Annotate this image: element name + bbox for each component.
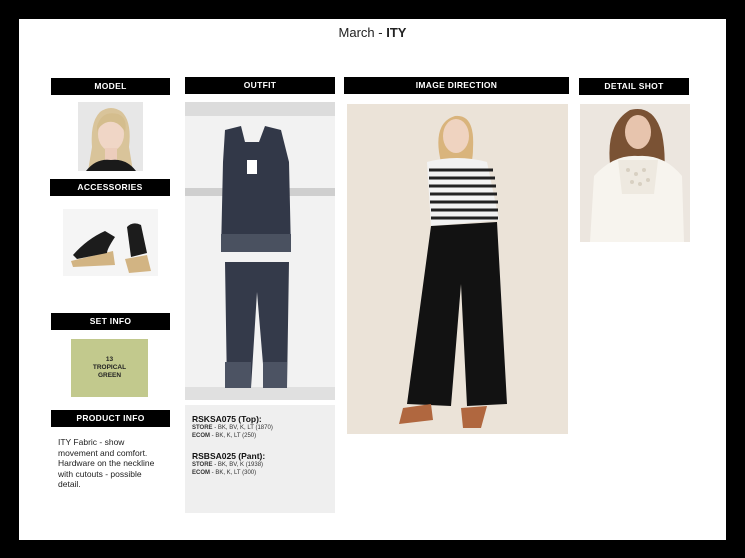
header-model: MODEL (51, 78, 170, 95)
store-label: STORE (192, 462, 213, 468)
outfit-photo (185, 102, 335, 400)
ecom-label: ECOM (192, 433, 210, 439)
header-outfit: OUTFIT (185, 77, 335, 94)
sku-top-code: RSKSA075 (Top): (192, 414, 262, 424)
store-label: STORE (192, 425, 213, 431)
sku-top-store: STORE - BK, BV, K, LT (1870) (192, 425, 273, 431)
header-image-direction: IMAGE DIRECTION (344, 77, 569, 94)
sku-pant-store: STORE - BK, BV, K (1938) (192, 462, 263, 468)
sku-top-ecom: ECOM - BK, K, LT (250) (192, 433, 256, 439)
store-value: - BK, BV, K (1938) (212, 462, 264, 468)
store-value: - BK, BV, K, LT (1870) (212, 425, 273, 431)
header-set-info: SET INFO (51, 313, 170, 330)
ecom-value: - BK, K, LT (250) (210, 433, 257, 439)
swatch-number: 13 (105, 356, 114, 363)
product-description: ITY Fabric - show movement and comfort. … (58, 437, 155, 489)
sku-pant-code: RSBSA025 (Pant): (192, 451, 266, 461)
title-collection: ITY (386, 25, 407, 40)
header-detail-shot: DETAIL SHOT (579, 78, 689, 95)
title-month: March - (338, 25, 387, 40)
image-direction-photo (347, 104, 568, 434)
ecom-value: - BK, K, LT (300) (210, 470, 257, 476)
ecom-label: ECOM (192, 470, 210, 476)
sku-pant-ecom: ECOM - BK, K, LT (300) (192, 470, 256, 476)
header-accessories: ACCESSORIES (50, 179, 170, 196)
set-color-swatch: 13 TROPICAL GREEN (71, 339, 148, 397)
detail-shot-photo (580, 104, 690, 242)
swatch-name-1: TROPICAL (92, 364, 127, 371)
model-photo (78, 102, 143, 171)
page-title: March - ITY (0, 25, 745, 40)
accessories-photo (63, 209, 158, 276)
swatch-name-2: GREEN (97, 372, 122, 379)
header-product-info: PRODUCT INFO (51, 410, 170, 427)
